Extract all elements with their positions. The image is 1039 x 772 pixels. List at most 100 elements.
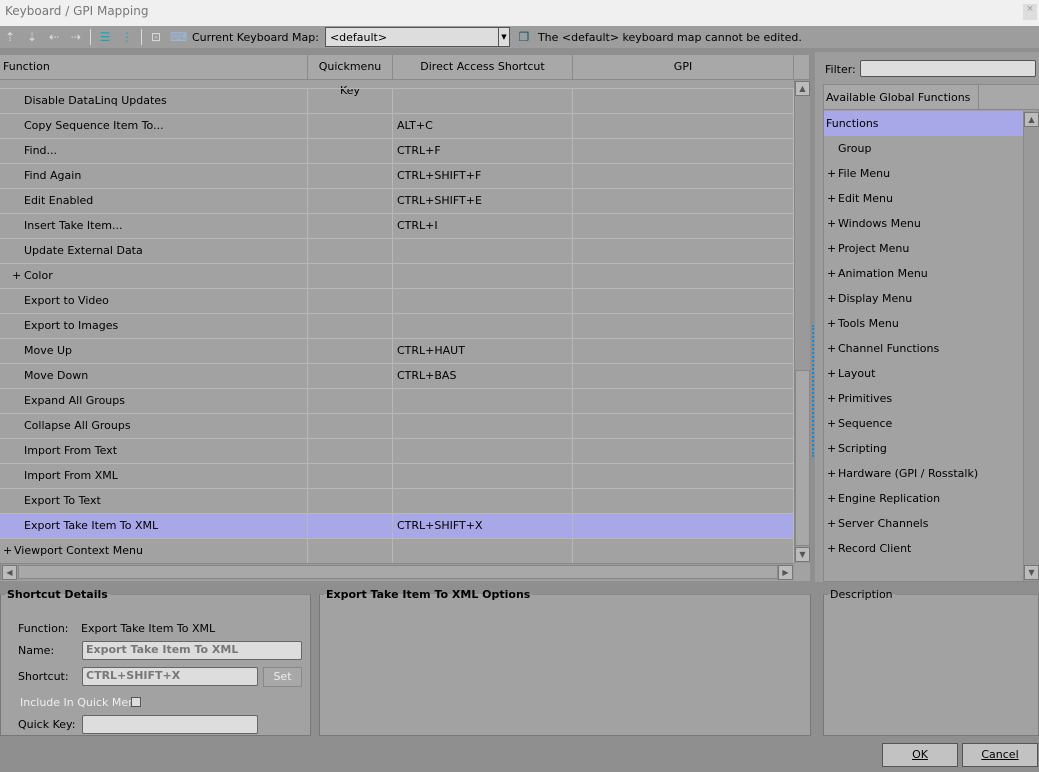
move-left-icon[interactable]: ⇠ (46, 29, 62, 45)
global-function-item[interactable]: + Windows Menu (824, 211, 1023, 236)
global-function-label: Animation Menu (838, 267, 928, 280)
header-available-global-functions[interactable]: Available Global Functions (824, 85, 979, 110)
expand-icon[interactable]: + (827, 311, 836, 336)
function-name: Edit Enabled (24, 194, 94, 207)
separator (141, 29, 142, 45)
header-gpi[interactable]: GPI (573, 55, 794, 80)
shortcut-field[interactable]: CTRL+SHIFT+X (82, 667, 258, 686)
set-button[interactable]: Set (263, 667, 302, 687)
header-direct-access-shortcut[interactable]: Direct Access Shortcut (393, 55, 573, 80)
table-row[interactable]: Move Up CTRL+HAUT (0, 339, 794, 364)
table-row[interactable]: Disable DataLinq Updates (0, 89, 794, 114)
expand-icon[interactable]: + (827, 361, 836, 386)
expand-icon[interactable]: + (827, 486, 836, 511)
keyboard-icon[interactable]: ⌨ (170, 29, 187, 45)
table-row[interactable]: Expand All Groups (0, 389, 794, 414)
global-function-item[interactable]: + Scripting (824, 436, 1023, 461)
horizontal-scrollbar[interactable]: ◀ ▶ (0, 563, 794, 580)
global-function-item[interactable]: + Sequence (824, 411, 1023, 436)
global-function-item[interactable]: + File Menu (824, 161, 1023, 186)
global-function-item[interactable]: + Primitives (824, 386, 1023, 411)
expand-icon[interactable]: + (827, 386, 836, 411)
table-row[interactable]: + Viewport Context Menu (0, 539, 794, 564)
global-function-item[interactable]: + Display Menu (824, 286, 1023, 311)
include-quick-menu-checkbox[interactable] (131, 697, 141, 707)
expand-tree-icon[interactable]: ☰ (97, 29, 113, 45)
expand-icon[interactable]: + (827, 161, 836, 186)
expand-icon[interactable]: + (827, 461, 836, 486)
global-function-item[interactable]: + Animation Menu (824, 261, 1023, 286)
function-cell: Export Take Item To XML (0, 514, 308, 539)
table-row[interactable]: Update External Data (0, 239, 794, 264)
table-row[interactable]: Edit Enabled CTRL+SHIFT+E (0, 189, 794, 214)
global-function-item[interactable]: + Layout (824, 361, 1023, 386)
hscrollbar-thumb[interactable] (18, 565, 778, 579)
include-quick-menu-label: Include In Quick Menu (20, 696, 143, 709)
global-function-item[interactable]: + Server Channels (824, 511, 1023, 536)
header-function[interactable]: Function (0, 55, 308, 80)
table-row[interactable]: Export To Text (0, 489, 794, 514)
scroll-down-icon[interactable]: ▼ (1024, 565, 1039, 580)
expand-icon[interactable]: + (827, 186, 836, 211)
keyboard-map-select[interactable]: <default> ▼ (324, 27, 510, 47)
vertical-scrollbar[interactable]: ▲ ▼ (1023, 111, 1039, 581)
quick-key-field[interactable] (82, 715, 258, 734)
link-icon[interactable]: ⊡ (148, 29, 164, 45)
scroll-up-icon[interactable]: ▲ (795, 81, 810, 96)
expand-icon[interactable]: + (827, 336, 836, 361)
function-cell: Import From Text (0, 439, 308, 464)
global-function-item[interactable]: Functions (824, 111, 1023, 136)
scroll-down-icon[interactable]: ▼ (795, 547, 810, 562)
table-row[interactable]: Export to Video (0, 289, 794, 314)
global-function-item[interactable]: + Project Menu (824, 236, 1023, 261)
move-up-icon[interactable]: ⇡ (2, 29, 18, 45)
expand-icon[interactable]: + (827, 511, 836, 536)
global-function-item[interactable]: Group (824, 136, 1023, 161)
table-row[interactable]: + Color (0, 264, 794, 289)
global-function-item[interactable]: + Tools Menu (824, 311, 1023, 336)
copy-map-icon[interactable]: ❐ (516, 29, 532, 45)
move-right-icon[interactable]: ⇢ (68, 29, 84, 45)
table-row[interactable]: Move Down CTRL+BAS (0, 364, 794, 389)
quickmenu-key-cell (308, 539, 393, 564)
cancel-button[interactable]: Cancel (962, 743, 1038, 767)
header-spacer (979, 85, 1039, 110)
filter-input[interactable] (860, 60, 1036, 77)
expand-icon[interactable]: + (827, 286, 836, 311)
table-row[interactable]: Export Take Item To XML CTRL+SHIFT+X (0, 514, 794, 539)
name-field[interactable]: Export Take Item To XML (82, 641, 302, 660)
table-row[interactable]: Find Again CTRL+SHIFT+F (0, 164, 794, 189)
expand-icon[interactable]: + (12, 264, 21, 288)
global-function-item[interactable]: + Edit Menu (824, 186, 1023, 211)
scroll-left-icon[interactable]: ◀ (2, 565, 17, 580)
close-button[interactable]: × (1023, 4, 1037, 20)
expand-icon[interactable]: + (3, 539, 12, 563)
ok-button[interactable]: OK (882, 743, 958, 767)
table-row[interactable]: Collapse All Groups (0, 414, 794, 439)
shortcut-cell: CTRL+I (393, 214, 573, 239)
expand-icon[interactable]: + (827, 536, 836, 561)
scroll-right-icon[interactable]: ▶ (778, 565, 793, 580)
header-quickmenu-key[interactable]: Quickmenu Key (308, 55, 393, 97)
expand-icon[interactable]: + (827, 261, 836, 286)
table-row[interactable]: Import From XML (0, 464, 794, 489)
global-function-item[interactable]: + Engine Replication (824, 486, 1023, 511)
expand-icon[interactable]: + (827, 436, 836, 461)
table-row[interactable]: Copy Sequence Item To... ALT+C (0, 114, 794, 139)
table-row[interactable]: Import From Text (0, 439, 794, 464)
global-function-item[interactable]: + Record Client (824, 536, 1023, 561)
scrollbar-thumb[interactable] (795, 370, 810, 546)
global-function-item[interactable]: + Hardware (GPI / Rosstalk) (824, 461, 1023, 486)
expand-icon[interactable]: + (827, 211, 836, 236)
table-row[interactable]: Export to Images (0, 314, 794, 339)
table-row[interactable]: Find... CTRL+F (0, 139, 794, 164)
table-row[interactable]: Insert Take Item... CTRL+I (0, 214, 794, 239)
global-function-item[interactable]: + Channel Functions (824, 336, 1023, 361)
vertical-scrollbar[interactable]: ▲ ▼ (794, 80, 810, 563)
expand-icon[interactable]: + (827, 411, 836, 436)
chevron-down-icon[interactable]: ▼ (497, 28, 509, 46)
move-down-icon[interactable]: ⇣ (24, 29, 40, 45)
collapse-tree-icon[interactable]: ⋮ (119, 29, 135, 45)
scroll-up-icon[interactable]: ▲ (1024, 112, 1039, 127)
expand-icon[interactable]: + (827, 236, 836, 261)
